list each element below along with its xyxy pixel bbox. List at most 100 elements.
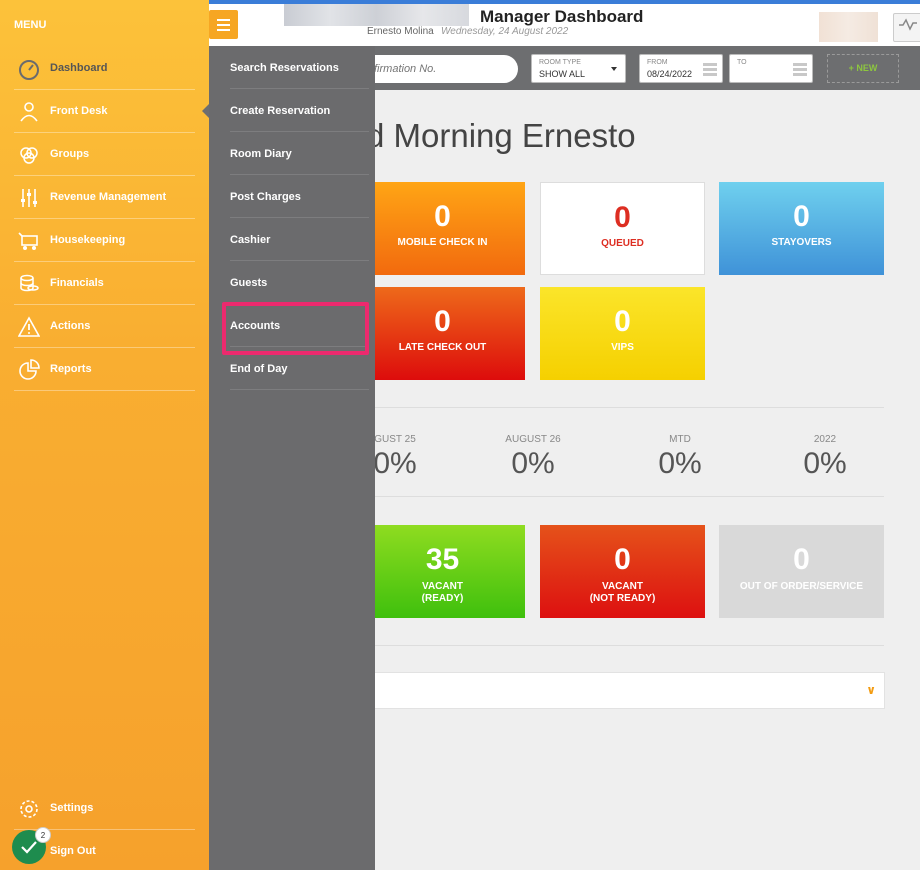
occupancy-stat: 2022 0% [770, 434, 880, 481]
mobile-check-in-tile[interactable]: 0 MOBILE CHECK IN [360, 182, 525, 275]
submenu-item-cashier[interactable]: Cashier [230, 218, 369, 261]
sidebar-item-revenue-management[interactable]: Revenue Management [14, 176, 195, 219]
avatar[interactable] [819, 12, 878, 42]
sidebar-item-label: Reports [50, 363, 92, 375]
divider [360, 407, 884, 408]
submenu-item-guests[interactable]: Guests [230, 261, 369, 304]
current-date: Wednesday, 24 August 2022 [441, 26, 569, 37]
queued-tile[interactable]: 0 QUEUED [540, 182, 705, 275]
submenu-item-label: Search Reservations [230, 62, 339, 74]
sidebar-item-settings[interactable]: Settings [14, 787, 195, 830]
tile-value: 0 [614, 201, 631, 234]
occupancy-value: 0% [803, 447, 847, 480]
cart-icon [18, 232, 38, 250]
submenu-item-label: Guests [230, 277, 268, 289]
tile-value: 0 [793, 200, 810, 233]
room-type-value: SHOW ALL [539, 69, 586, 79]
occupancy-label: AUGUST 26 [505, 434, 561, 445]
calendar-icon[interactable] [703, 62, 717, 76]
late-check-out-tile[interactable]: 0 LATE CHECK OUT [360, 287, 525, 380]
submenu-item-create-reservation[interactable]: Create Reservation [230, 89, 369, 132]
active-pointer [202, 104, 209, 118]
tile-label: VACANT (READY) [360, 581, 525, 605]
tile-label: OUT OF ORDER/SERVICE [739, 581, 864, 592]
tile-label: VACANT (NOT READY) [540, 581, 705, 605]
submenu-item-post-charges[interactable]: Post Charges [230, 175, 369, 218]
tile-label-line1: VACANT [422, 581, 463, 592]
user-name: Ernesto Molina [367, 26, 434, 37]
gear-icon [20, 800, 38, 818]
sidebar-item-label: Sign Out [50, 845, 96, 857]
occupancy-stat: AUGUST 26 0% [478, 434, 588, 481]
submenu-item-label: Create Reservation [230, 105, 331, 117]
to-date-field[interactable]: TO [729, 54, 813, 83]
divider [360, 496, 884, 497]
activity-icon[interactable] [893, 13, 920, 42]
vacant-not-ready-tile[interactable]: 0 VACANT (NOT READY) [540, 525, 705, 618]
submenu-item-label: End of Day [230, 363, 288, 375]
calendar-icon[interactable] [793, 62, 807, 76]
menu-label: MENU [14, 19, 47, 31]
occupancy-value: 0% [658, 447, 702, 480]
tile-value: 0 [434, 200, 451, 233]
occupancy-value: 0% [511, 447, 555, 480]
tile-label-line1: VACANT [602, 581, 643, 592]
groups-icon [20, 147, 38, 164]
sidebar-item-label: Groups [50, 148, 90, 160]
notification-count: 2 [35, 827, 51, 843]
tile-value: 0 [614, 543, 631, 576]
room-type-select[interactable]: ROOM TYPE SHOW ALL [531, 54, 626, 83]
tile-value: 0 [793, 543, 810, 576]
hamburger-menu-icon[interactable] [209, 10, 238, 39]
bellhop-icon [20, 102, 38, 122]
tile-label: STAYOVERS [771, 237, 832, 248]
from-date-value: 08/24/2022 [647, 69, 693, 79]
tile-label: VIPS [611, 342, 634, 353]
sidebar-item-housekeeping[interactable]: Housekeeping [14, 219, 195, 262]
room-type-label: ROOM TYPE [539, 59, 581, 66]
tile-label-line2: (NOT READY) [589, 593, 656, 604]
out-of-order-tile[interactable]: 0 OUT OF ORDER/SERVICE [719, 525, 884, 618]
occupancy-label: MTD [669, 434, 691, 445]
from-date-field[interactable]: FROM 08/24/2022 [639, 54, 723, 83]
submenu-item-search-reservations[interactable]: Search Reservations [230, 46, 369, 89]
sidebar-item-label: Actions [50, 320, 91, 332]
occupancy-label: 2022 [813, 434, 837, 445]
submenu-item-room-diary[interactable]: Room Diary [230, 132, 369, 175]
tile-value: 35 [425, 543, 460, 576]
warning-icon [18, 316, 40, 337]
confirmation-search-input[interactable] [360, 55, 518, 83]
check-icon [21, 841, 37, 854]
double-chevron-down-icon[interactable]: ∨ [866, 683, 876, 697]
vacant-ready-tile[interactable]: 35 VACANT (READY) [360, 525, 525, 618]
from-date-label: FROM [647, 59, 668, 66]
page-title: Manager Dashboard [480, 7, 644, 26]
sidebar-item-label: Front Desk [50, 105, 108, 117]
submenu-item-label: Post Charges [230, 191, 301, 203]
tile-value: 0 [434, 305, 451, 338]
sidebar-item-financials[interactable]: Financials [14, 262, 195, 305]
coins-icon [20, 274, 39, 292]
property-logo [284, 4, 469, 26]
vips-tile[interactable]: 0 VIPS [540, 287, 705, 380]
occupancy-stat: MTD 0% [625, 434, 735, 481]
sidebar: MENU Dashboard Front Desk Groups Revenue… [0, 0, 209, 870]
sidebar-item-label: Settings [50, 802, 94, 814]
gauge-icon [19, 60, 39, 80]
tile-label: MOBILE CHECK IN [397, 237, 488, 248]
sidebar-item-label: Dashboard [50, 62, 108, 74]
divider [360, 645, 884, 646]
tile-label: QUEUED [601, 238, 644, 249]
new-button[interactable]: + NEW [827, 54, 899, 83]
sidebar-item-actions[interactable]: Actions [14, 305, 195, 348]
stayovers-tile[interactable]: 0 STAYOVERS [719, 182, 884, 275]
pie-chart-icon [19, 359, 40, 380]
sidebar-item-label: Revenue Management [50, 191, 167, 203]
sidebar-item-label: Financials [50, 277, 104, 289]
collapsible-panel[interactable]: ∨ [360, 672, 885, 709]
tile-value: 0 [614, 305, 631, 338]
sidebar-item-dashboard[interactable]: Dashboard [14, 47, 195, 90]
sidebar-item-reports[interactable]: Reports [14, 348, 195, 391]
sidebar-item-groups[interactable]: Groups [14, 133, 195, 176]
sidebar-item-front-desk[interactable]: Front Desk [14, 90, 195, 133]
